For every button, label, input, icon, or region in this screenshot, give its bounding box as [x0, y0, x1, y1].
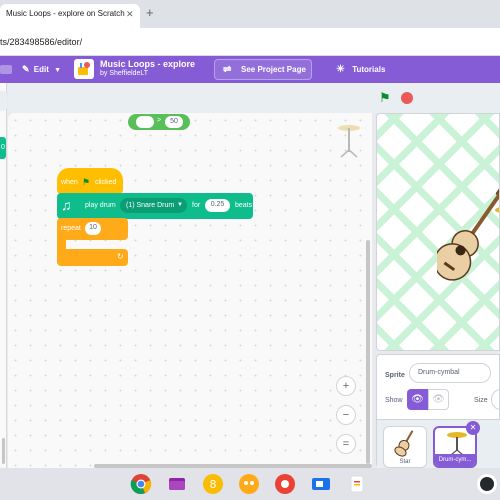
browser-tab[interactable]: Music Loops - explore on Scratch: [0, 4, 140, 28]
repeat-block[interactable]: repeat 10: [57, 218, 128, 240]
see-project-page-button[interactable]: ⇌ See Project Page: [214, 59, 312, 80]
show-eye-icon[interactable]: 👁: [407, 389, 428, 410]
beats-input[interactable]: 0.25: [205, 199, 230, 212]
operator-sign: >: [157, 117, 162, 124]
sprite-tile-name: Star: [399, 459, 411, 465]
loop-arrow-icon: ↻: [117, 252, 124, 261]
lightbulb-icon: ☀: [336, 64, 345, 75]
url-text[interactable]: ts/283498586/editor/: [0, 37, 82, 47]
beats-label: beats: [235, 202, 253, 209]
project-title[interactable]: Music Loops - explore: [100, 59, 195, 69]
drum-dropdown-value: (1) Snare Drum: [126, 202, 175, 209]
drum-dropdown[interactable]: (1) Snare Drum ▼: [120, 198, 187, 213]
browser-tab-strip: Music Loops - explore on Scratch ✕ +: [0, 0, 500, 28]
docs-icon[interactable]: [346, 473, 368, 495]
stage[interactable]: [376, 113, 500, 351]
workspace-header: [8, 83, 372, 113]
zoom-reset-icon: =: [342, 438, 350, 450]
meet-icon[interactable]: [310, 473, 332, 495]
hat-label-clicked: clicked: [95, 179, 117, 186]
files-icon[interactable]: [166, 473, 188, 495]
sprite-tile-name: Drum-cym...: [435, 454, 475, 466]
project-author[interactable]: by SheffieldeLT: [100, 70, 148, 77]
sprite-name-field[interactable]: Drum-cymbal: [409, 363, 491, 383]
chrome-icon[interactable]: [130, 473, 152, 495]
cymbal-sprite-icon: [338, 125, 360, 158]
operator-left-input[interactable]: [136, 116, 154, 128]
repeat-block-bottom[interactable]: ↻: [57, 249, 128, 266]
when-flag-clicked-block[interactable]: when ⚑ clicked: [57, 168, 123, 194]
tab-close-icon[interactable]: ✕: [126, 9, 134, 20]
screen-capture-icon[interactable]: [274, 473, 296, 495]
music-notes-icon: ♫: [61, 197, 72, 213]
svg-text:8: 8: [210, 478, 217, 491]
stage-header: ⚑: [372, 83, 500, 113]
play-drum-label: play drum: [85, 202, 116, 209]
size-label: Size: [474, 397, 488, 404]
code-workspace[interactable]: [8, 113, 372, 468]
sprite-info-pane: Sprite Drum-cymbal Show 👁 👁 Size Star Dr…: [376, 354, 500, 469]
tutorials-button[interactable]: ☀ Tutorials: [336, 56, 385, 83]
sprite-tile-star[interactable]: Star: [383, 426, 427, 468]
scratch-menu-bar: ✎ Edit ▼ Music Loops - explore by Sheffi…: [0, 56, 500, 83]
workspace-vertical-scrollbar[interactable]: [366, 240, 370, 464]
new-tab-button[interactable]: +: [146, 5, 154, 20]
tutorials-label: Tutorials: [352, 65, 386, 74]
os-shelf: 8: [0, 468, 500, 500]
operator-right-input[interactable]: 50: [165, 116, 183, 128]
zoom-out-icon: −: [342, 409, 350, 421]
green-flag-icon: ⚑: [82, 177, 91, 187]
palette-block-value: 0: [1, 144, 5, 151]
guitar-sprite[interactable]: [437, 174, 500, 294]
caret-down-icon: ▼: [54, 67, 62, 74]
trash-icon[interactable]: ✕: [466, 421, 480, 435]
sprite-list: Star Drum-cym... ✕: [377, 419, 500, 469]
palette-scrollbar[interactable]: [2, 438, 5, 464]
app-icon[interactable]: 8: [202, 473, 224, 495]
hide-eye-icon[interactable]: 👁: [428, 389, 449, 410]
guitar-thumbnail-icon: [394, 430, 414, 457]
gear-icon[interactable]: [0, 56, 18, 83]
repeat-count-input[interactable]: 10: [85, 222, 101, 235]
size-field[interactable]: [491, 389, 500, 410]
file-icon: ✎: [22, 64, 30, 74]
cymbal-sprite[interactable]: [491, 206, 500, 222]
for-label: for: [192, 202, 201, 209]
edit-menu-label: Edit: [33, 65, 49, 74]
play-drum-block[interactable]: ♫ play drum (1) Snare Drum ▼ for 0.25 be…: [57, 193, 253, 219]
greater-than-block[interactable]: > 50: [128, 114, 190, 130]
caret-down-icon: ▼: [177, 202, 183, 208]
zoom-reset-button[interactable]: =: [336, 434, 356, 454]
sprite-label: Sprite: [385, 372, 405, 379]
hat-label-when: when: [61, 179, 78, 186]
repeat-label: repeat: [61, 225, 81, 232]
edit-menu[interactable]: ✎ Edit ▼: [22, 56, 61, 83]
remix-icon: ⇌: [223, 64, 232, 75]
palette-tab[interactable]: [0, 91, 7, 111]
address-bar[interactable]: ts/283498586/editor/: [0, 28, 500, 56]
green-flag-icon[interactable]: ⚑: [379, 90, 391, 106]
zoom-in-icon: +: [342, 380, 350, 392]
github-icon[interactable]: [476, 473, 498, 495]
browser-tab-title: Music Loops - explore on Scratch: [6, 9, 125, 18]
show-label: Show: [385, 397, 403, 404]
zoom-in-button[interactable]: +: [336, 376, 356, 396]
stop-icon[interactable]: [401, 92, 413, 104]
scratch-cat-icon[interactable]: [238, 473, 260, 495]
palette-block-stub[interactable]: 0: [0, 137, 6, 159]
see-project-label: See Project Page: [241, 65, 306, 74]
project-thumbnail: [74, 59, 94, 79]
zoom-out-button[interactable]: −: [336, 405, 356, 425]
